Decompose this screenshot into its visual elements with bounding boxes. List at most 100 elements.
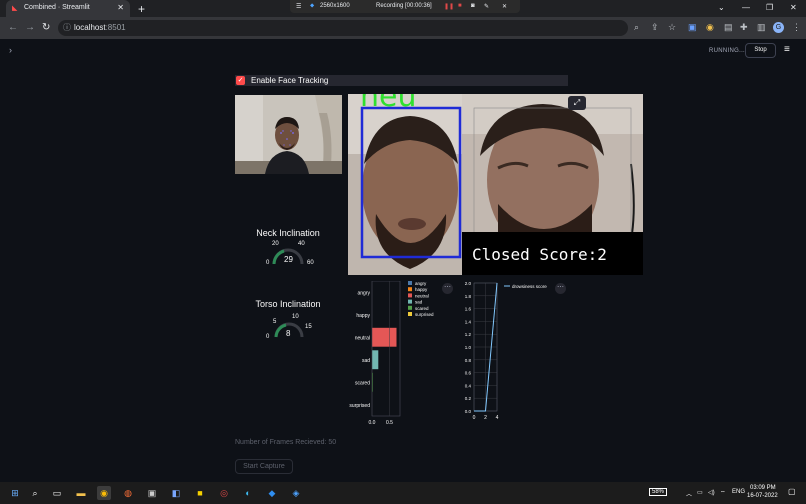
- emotion-legend-swatch: [408, 293, 412, 298]
- emotion-bar-chart: angryhappyneutralsadscaredsurprised0.0 0.…: [349, 281, 434, 426]
- file-explorer-icon[interactable]: ▬: [74, 486, 88, 500]
- pause-icon[interactable]: ❚❚: [444, 3, 454, 10]
- store-icon[interactable]: ◧: [169, 486, 183, 500]
- zoom-icon[interactable]: ⌕: [634, 22, 639, 33]
- app-icon[interactable]: ▣: [145, 486, 159, 500]
- recording-bar: ☰ ⬥ 2560x1600 Recording [00:00:36] ❚❚ ■ …: [290, 0, 520, 13]
- drowsiness-line-chart: 0.0 0.2 0.4 0.6 0.8 1.0 1.2 1.4 1.6 1.8 2.0 0 2 4 drow…: [465, 281, 548, 421]
- bookmark-star-icon[interactable]: ☆: [668, 22, 676, 33]
- address-bar-row: ← → ↻ ⓘ localhost:8501 ⌕ ⇪ ☆ ▣ ◉ ▤ ✚ ▥ G…: [0, 17, 806, 39]
- minimize-icon[interactable]: —: [742, 3, 750, 12]
- forward-icon[interactable]: →: [25, 22, 35, 33]
- url-input[interactable]: ⓘ localhost:8501: [58, 20, 628, 36]
- volume-icon[interactable]: ◁): [708, 489, 715, 496]
- wifi-icon[interactable]: ⌔: [720, 489, 726, 497]
- emotion-bar: [372, 327, 397, 347]
- torso-tick-low: 5: [273, 319, 277, 325]
- fullscreen-expand-icon[interactable]: ⤢: [568, 96, 586, 110]
- battery-indicator[interactable]: 58%: [649, 488, 668, 496]
- emotion-plot-frame: [371, 281, 401, 417]
- face-tracking-label: Enable Face Tracking: [251, 76, 329, 85]
- sidepanel-icon[interactable]: ▥: [757, 22, 766, 33]
- drowsiness-y-tick-label: 0.2: [465, 396, 472, 401]
- emotion-bar: [372, 350, 379, 370]
- drowsiness-y-tick-label: 2.0: [465, 281, 472, 286]
- neck-tick-max: 60: [307, 260, 314, 266]
- reload-icon[interactable]: ↻: [42, 22, 50, 33]
- face-tracking-checkbox[interactable]: ✓: [236, 76, 245, 85]
- browser-menu-icon[interactable]: ⋮: [792, 22, 801, 33]
- drowsiness-chart-menu-icon[interactable]: ⋯: [555, 283, 566, 294]
- network-icon[interactable]: ▭: [697, 489, 703, 496]
- hamburger-menu-icon[interactable]: ≡: [784, 44, 790, 55]
- python-icon[interactable]: ◈: [289, 486, 303, 500]
- back-icon[interactable]: ←: [8, 22, 18, 33]
- tray-expand-icon[interactable]: ︿: [686, 489, 692, 498]
- sidebar-expand-icon[interactable]: ›: [9, 45, 12, 55]
- close-window-icon[interactable]: ✕: [790, 3, 797, 12]
- task-view-icon[interactable]: ▭: [50, 486, 64, 500]
- emotion-legend-label: surprised: [415, 312, 434, 317]
- chrome-icon[interactable]: ◉: [97, 486, 111, 500]
- stop-record-icon[interactable]: ■: [458, 3, 462, 9]
- extension-icon[interactable]: ◉: [706, 22, 714, 33]
- url-host: localhost: [74, 23, 106, 32]
- neck-tick-high: 40: [298, 241, 305, 247]
- clock-date[interactable]: 16-07-2022: [747, 493, 778, 499]
- windows-start-icon[interactable]: ⊞: [8, 486, 22, 500]
- drowsiness-y-tick-label: 0.8: [465, 358, 472, 363]
- emotion-legend-swatch: [408, 281, 412, 285]
- browser-tab[interactable]: ◣ Combined · Streamlit ✕: [6, 0, 130, 17]
- drowsiness-y-tick-label: 0.4: [465, 383, 472, 388]
- stop-button[interactable]: Stop: [745, 43, 776, 58]
- tab-search-icon[interactable]: ⌄: [718, 3, 725, 12]
- language-indicator[interactable]: ENG: [732, 489, 745, 495]
- neck-tick-low: 20: [272, 241, 279, 247]
- drowsiness-legend-label: drowsiness score: [512, 284, 547, 289]
- share-icon[interactable]: ⇪: [651, 22, 659, 33]
- streamlit-favicon-icon: ◣: [12, 5, 18, 12]
- browser-tab-bar: ◣ Combined · Streamlit ✕ + ☰ ⬥ 2560x1600…: [0, 0, 806, 17]
- torso-tick-mid: 10: [292, 314, 299, 320]
- torso-gauge-value: 8: [286, 329, 291, 338]
- running-status: RUNNING...: [709, 48, 745, 54]
- tab-title: Combined · Streamlit: [24, 4, 90, 11]
- notifications-icon[interactable]: ▢: [788, 487, 796, 496]
- profile-avatar[interactable]: G: [773, 22, 784, 33]
- maximize-icon[interactable]: ❐: [766, 3, 773, 12]
- emotion-legend-label: scared: [415, 306, 429, 311]
- vscode-icon[interactable]: ◆: [265, 486, 279, 500]
- sticky-notes-icon[interactable]: ■: [193, 486, 207, 500]
- drowsiness-y-tick-label: 1.4: [465, 319, 472, 324]
- drowsiness-y-tick-label: 1.6: [465, 307, 472, 312]
- drowsiness-y-tick-label: 1.0: [465, 345, 472, 350]
- search-icon[interactable]: ⌕: [28, 486, 42, 500]
- edge-icon[interactable]: ◐: [241, 486, 255, 500]
- firefox-icon[interactable]: ◍: [121, 486, 135, 500]
- puzzle-extensions-icon[interactable]: ✚: [740, 22, 748, 33]
- emotion-chart-menu-icon[interactable]: ⋯: [442, 283, 453, 294]
- start-capture-button[interactable]: Start Capture: [235, 459, 293, 474]
- emotion-category-label: happy: [356, 313, 370, 319]
- emotion-x-tick-label: 0.5: [386, 420, 393, 426]
- notes-extension-icon[interactable]: ▤: [724, 22, 733, 33]
- pin-icon[interactable]: ☰: [296, 3, 301, 10]
- camera-icon[interactable]: ◙: [471, 3, 475, 9]
- emotion-legend-swatch: [408, 287, 412, 292]
- torso-tick-min: 0: [266, 334, 270, 340]
- site-info-icon[interactable]: ⓘ: [63, 22, 71, 33]
- url-text: localhost:8501: [74, 23, 126, 32]
- clock-time[interactable]: 03:09 PM: [750, 485, 776, 491]
- face-tracking-row[interactable]: ✓ Enable Face Tracking: [235, 75, 568, 86]
- frames-received-text: Number of Frames Recieved: 50: [235, 439, 337, 446]
- pen-icon[interactable]: ✎: [484, 3, 489, 10]
- close-recording-icon[interactable]: ✕: [502, 3, 507, 10]
- emotion-category-label: neutral: [355, 335, 370, 341]
- translate-extension-icon[interactable]: ▣: [688, 22, 697, 33]
- new-tab-button[interactable]: +: [138, 2, 145, 16]
- mic-icon[interactable]: ⬥: [310, 3, 314, 10]
- emotion-category-label: scared: [355, 380, 370, 386]
- drowsiness-y-tick-label: 1.8: [465, 294, 472, 299]
- tab-close-icon[interactable]: ✕: [117, 3, 124, 12]
- recorder-icon[interactable]: ◎: [217, 486, 231, 500]
